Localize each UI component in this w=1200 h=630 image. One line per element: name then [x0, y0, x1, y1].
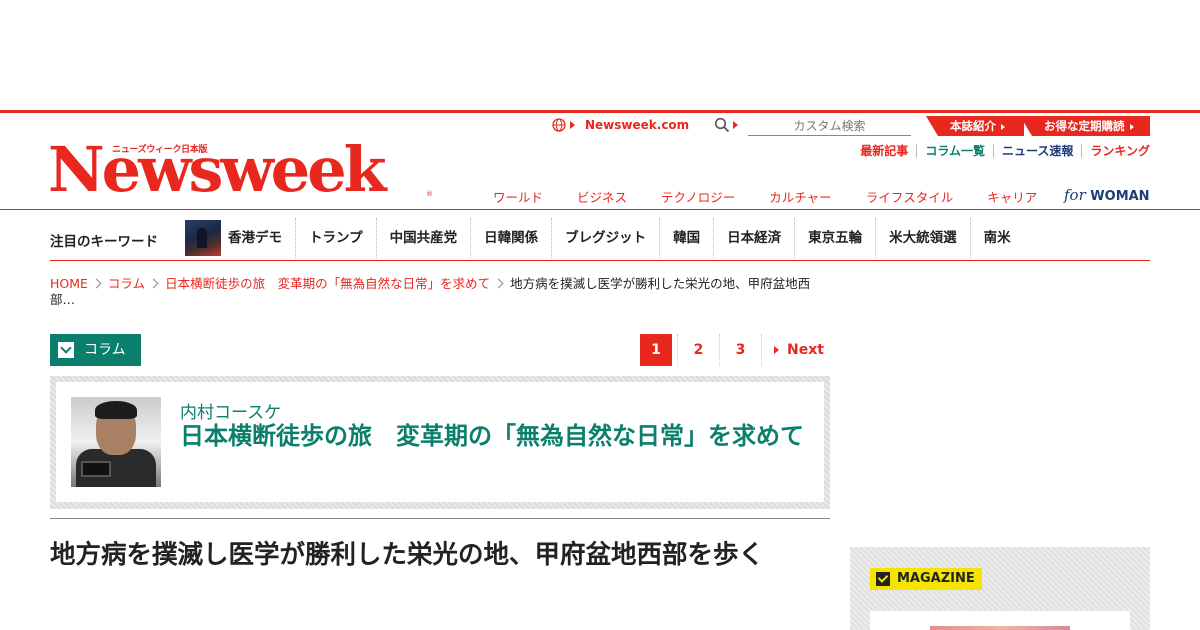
- author-photo[interactable]: [71, 397, 161, 487]
- caret-right-icon: [774, 346, 779, 354]
- keyword-label: 注目のキーワード: [50, 234, 158, 250]
- next-label: Next: [787, 342, 824, 358]
- breadcrumb-home[interactable]: HOME: [50, 276, 88, 291]
- caret-right-icon: [570, 121, 575, 129]
- caret-right-icon: [1001, 124, 1005, 130]
- keyword-item[interactable]: トランプ: [295, 218, 376, 258]
- breadcrumb: HOME コラム 日本横断徒歩の旅 変革期の「無為自然な日常」を求めて 地方病を撲滅し…: [50, 276, 830, 308]
- header-divider: [0, 209, 1200, 210]
- column-badge[interactable]: コラム: [50, 334, 141, 366]
- page: Newsweek.com 本誌紹介 お得な定期購読 最新記事 コラム一覧 ニュー…: [0, 0, 1200, 630]
- keyword-item[interactable]: 韓国: [659, 218, 713, 258]
- about-magazine-label: 本誌紹介: [950, 119, 996, 133]
- column-list-link[interactable]: コラム一覧: [916, 144, 993, 158]
- pagination: 1 2 3 Next: [638, 334, 832, 366]
- nav-business[interactable]: ビジネス: [577, 187, 627, 206]
- nav-career[interactable]: キャリア: [987, 187, 1037, 206]
- article-divider: [50, 518, 830, 519]
- registered-mark: ®: [426, 190, 433, 198]
- article-title: 地方病を撲滅し医学が勝利した栄光の地、甲府盆地西部を歩く: [50, 540, 765, 570]
- for-woman-label: WOMAN: [1090, 189, 1150, 204]
- subscription-tab[interactable]: お得な定期購読: [1020, 116, 1150, 136]
- keyword-item[interactable]: 香港デモ: [228, 218, 295, 258]
- column-badge-label: コラム: [84, 342, 126, 358]
- page-2-button[interactable]: 2: [677, 334, 719, 366]
- keyword-thumbnail[interactable]: [185, 220, 221, 256]
- breadcrumb-series[interactable]: 日本横断徒歩の旅 変革期の「無為自然な日常」を求めて: [165, 276, 490, 291]
- main-nav: ワールド ビジネス テクノロジー カルチャー ライフスタイル キャリア: [476, 187, 1054, 206]
- keyword-bar: 注目のキーワード 香港デモ トランプ 中国共産党 日韓関係 ブレグジット 韓国 …: [50, 218, 1150, 260]
- keyword-item[interactable]: 日韓関係: [470, 218, 551, 258]
- globe-icon: [552, 118, 566, 132]
- keyword-list: 香港デモ トランプ 中国共産党 日韓関係 ブレグジット 韓国 日本経済 東京五輪…: [228, 218, 1024, 258]
- keyword-item[interactable]: 米大統領選: [875, 218, 970, 258]
- search-input[interactable]: [748, 117, 911, 136]
- keyword-item[interactable]: 南米: [969, 218, 1024, 258]
- search-icon[interactable]: [714, 117, 730, 133]
- breadcrumb-column[interactable]: コラム: [108, 276, 145, 291]
- caret-right-icon: [733, 121, 738, 129]
- magazine-label: MAGAZINE: [870, 568, 982, 590]
- header-sub-links: 最新記事 コラム一覧 ニュース速報 ランキング: [852, 144, 1150, 158]
- newsweek-logo[interactable]: Newsweek: [48, 134, 387, 206]
- keyword-item[interactable]: 中国共産党: [375, 218, 471, 258]
- top-red-rule: [0, 110, 1200, 113]
- keyword-divider: [50, 260, 1150, 261]
- breaking-news-link[interactable]: ニュース速報: [992, 144, 1081, 158]
- keyword-item[interactable]: 東京五輪: [794, 218, 875, 258]
- magazine-cover-image[interactable]: [930, 626, 1070, 630]
- next-page-button[interactable]: Next: [761, 334, 832, 366]
- page-1-button[interactable]: 1: [640, 334, 672, 366]
- nav-technology[interactable]: テクノロジー: [661, 187, 735, 206]
- nav-world[interactable]: ワールド: [493, 187, 543, 206]
- subscription-label: お得な定期購読: [1044, 119, 1125, 133]
- page-3-button[interactable]: 3: [719, 334, 761, 366]
- about-magazine-tab[interactable]: 本誌紹介: [926, 116, 1024, 136]
- keyword-item[interactable]: 日本経済: [713, 218, 794, 258]
- for-woman-prefix: for: [1064, 186, 1086, 204]
- latest-articles-link[interactable]: 最新記事: [852, 144, 916, 158]
- logo-subtitle: ニューズウィーク日本版: [112, 145, 208, 155]
- magazine-label-text: MAGAZINE: [897, 571, 975, 586]
- chevron-down-icon: [58, 342, 74, 358]
- chevron-right-icon: [493, 278, 504, 289]
- keyword-item[interactable]: ブレグジット: [551, 218, 659, 258]
- chevron-right-icon: [148, 278, 159, 289]
- for-woman-link[interactable]: for WOMAN: [1064, 186, 1150, 204]
- newsweek-com-link[interactable]: Newsweek.com: [585, 118, 689, 132]
- column-series-title[interactable]: 日本横断徒歩の旅 変革期の「無為自然な日常」を求めて: [180, 420, 810, 453]
- check-icon: [876, 572, 890, 586]
- camera-icon: [81, 461, 111, 477]
- chevron-right-icon: [91, 278, 102, 289]
- ranking-link[interactable]: ランキング: [1081, 144, 1150, 158]
- caret-right-icon: [1129, 124, 1134, 130]
- nav-culture[interactable]: カルチャー: [769, 187, 831, 206]
- nav-lifestyle[interactable]: ライフスタイル: [866, 187, 954, 206]
